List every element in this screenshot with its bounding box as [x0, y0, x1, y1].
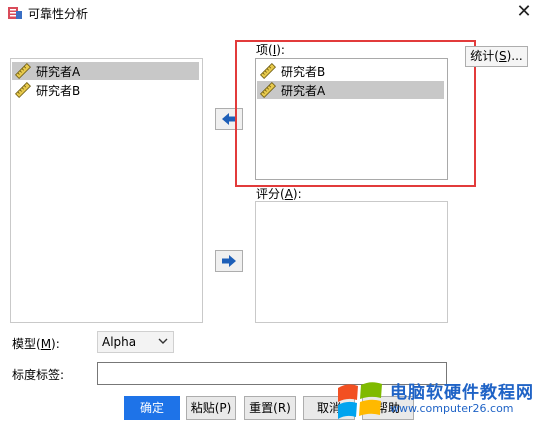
highlight-box	[235, 40, 476, 187]
watermark-url: www.computer26.com	[390, 402, 514, 415]
close-icon[interactable]: ✕	[514, 2, 534, 22]
list-item-label: 研究者B	[36, 83, 81, 98]
reset-button[interactable]: 重置(R)	[244, 396, 296, 420]
chevron-down-icon	[158, 338, 168, 344]
watermark-title: 电脑软硬件教程网	[390, 383, 534, 403]
model-label: 模型(M):	[12, 337, 60, 351]
ok-button[interactable]: 确定	[124, 396, 180, 420]
scale-label-caption: 标度标签:	[12, 368, 65, 382]
ruler-icon	[15, 63, 31, 79]
statistics-button[interactable]: 统计(S)...	[465, 46, 528, 67]
arrow-right-icon	[222, 255, 236, 267]
reliability-app-icon	[8, 7, 22, 19]
rater-list[interactable]	[255, 201, 448, 323]
model-select[interactable]: Alpha	[97, 331, 174, 353]
ruler-icon	[15, 82, 31, 98]
rater-label: 评分(A):	[256, 187, 302, 201]
paste-button[interactable]: 粘贴(P)	[186, 396, 236, 420]
model-select-value: Alpha	[102, 335, 137, 349]
source-variable-list[interactable]: 研究者A 研究者B	[10, 58, 203, 323]
title-bar: 可靠性分析 ✕	[0, 0, 541, 26]
list-item[interactable]: 研究者A	[12, 62, 199, 80]
list-item-label: 研究者A	[36, 64, 81, 79]
windows-logo-icon	[338, 382, 382, 419]
window-title: 可靠性分析	[28, 7, 89, 21]
move-to-rater-button[interactable]	[215, 250, 243, 272]
list-item[interactable]: 研究者B	[12, 81, 199, 99]
